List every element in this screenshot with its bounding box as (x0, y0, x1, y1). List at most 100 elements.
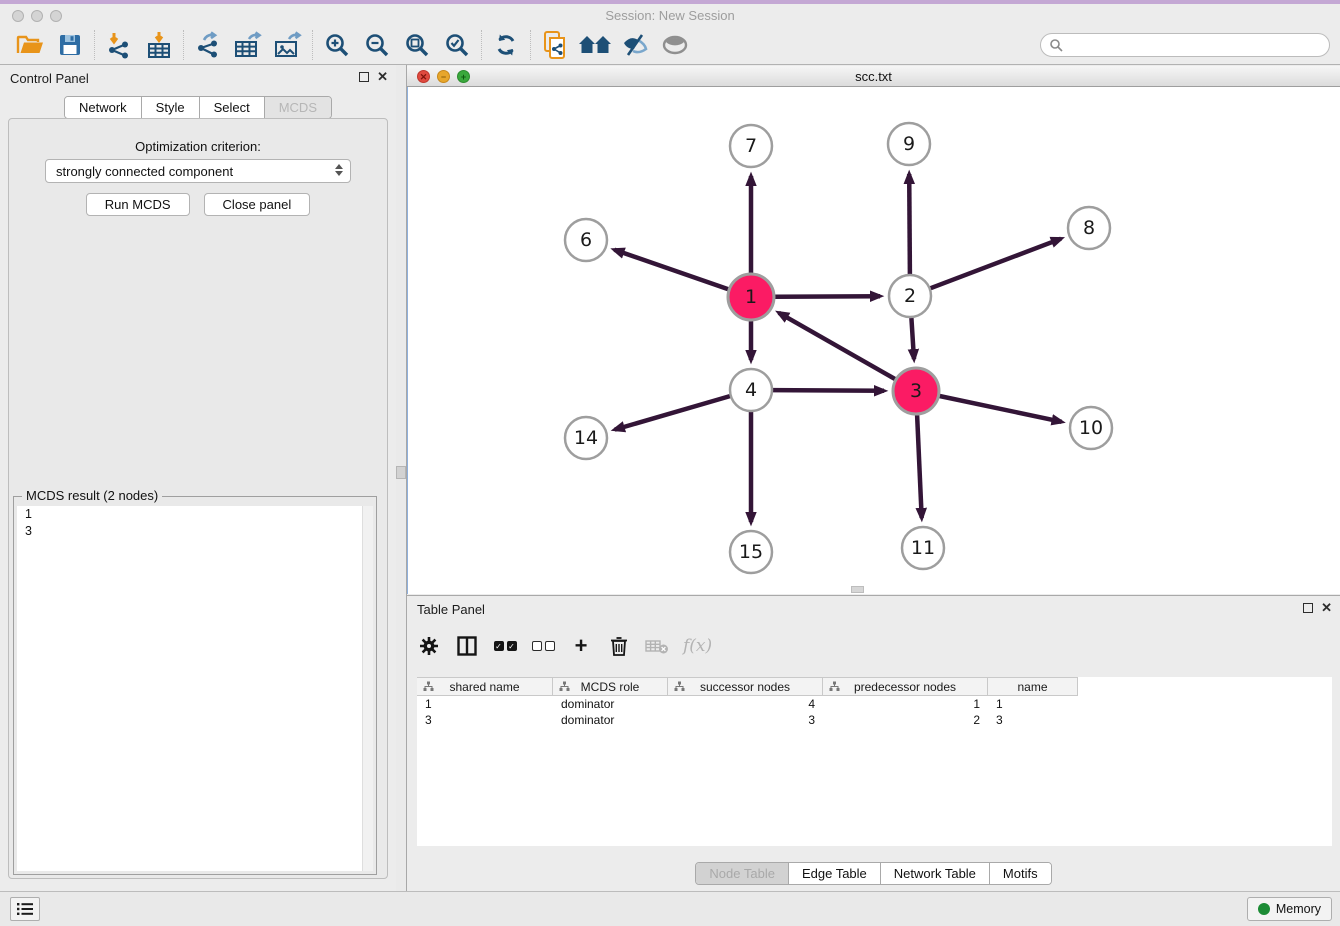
graph-edge-3-10[interactable] (940, 396, 1062, 422)
graph-node-6[interactable]: 6 (565, 219, 607, 261)
float-table-panel-icon[interactable] (1303, 603, 1313, 613)
svg-text:15: 15 (739, 541, 763, 563)
float-panel-icon[interactable] (359, 72, 369, 82)
cell-successor-nodes[interactable]: 4 (668, 696, 823, 712)
table-row[interactable]: 3dominator323 (417, 712, 1078, 728)
status-bar: Memory (0, 891, 1340, 926)
column-icon[interactable] (455, 632, 479, 660)
graph-edge-4-14[interactable] (615, 396, 730, 430)
tab-edge-table[interactable]: Edge Table (789, 863, 881, 884)
criterion-select[interactable]: strongly connected component (45, 159, 351, 183)
tab-motifs[interactable]: Motifs (990, 863, 1051, 884)
graph-edge-1-6[interactable] (614, 250, 728, 289)
cell-predecessor-nodes[interactable]: 1 (823, 696, 988, 712)
network-window-titlebar[interactable]: ✕ − + scc.txt (407, 66, 1340, 87)
column-header-predecessor-nodes[interactable]: predecessor nodes (823, 678, 988, 695)
delete-column-icon[interactable] (645, 632, 669, 660)
cell-shared-name[interactable]: 3 (417, 712, 553, 728)
graph-node-4[interactable]: 4 (730, 369, 772, 411)
deselect-all-icon[interactable] (531, 632, 555, 660)
cell-shared-name[interactable]: 1 (417, 696, 553, 712)
save-icon[interactable] (50, 28, 90, 62)
table-row[interactable]: 1dominator411 (417, 696, 1078, 712)
toolbar-separator (530, 30, 531, 60)
export-network-icon[interactable] (188, 28, 228, 62)
graph-edge-2-9[interactable] (909, 174, 910, 274)
export-table-icon[interactable] (228, 28, 268, 62)
graph-node-7[interactable]: 7 (730, 125, 772, 167)
open-folder-icon[interactable] (10, 28, 50, 62)
table-panel-title: Table Panel (417, 602, 485, 617)
add-row-icon[interactable]: + (569, 632, 593, 660)
duplicate-network-icon[interactable] (535, 28, 575, 62)
task-history-button[interactable] (10, 897, 40, 921)
cell-name[interactable]: 1 (988, 696, 1078, 712)
horizontal-splitter-handle[interactable] (851, 586, 864, 593)
table-toolbar: ✓✓ + f(x) (417, 626, 712, 666)
network-canvas[interactable]: 7 9 6 8 1 2 4 3 14 10 15 11 (407, 87, 1340, 594)
graph-edge-1-2[interactable] (775, 296, 880, 297)
zoom-in-icon[interactable] (317, 28, 357, 62)
memory-label: Memory (1276, 902, 1321, 916)
graph-edge-3-11[interactable] (917, 415, 922, 518)
graph-node-2[interactable]: 2 (889, 275, 931, 317)
delete-row-icon[interactable] (607, 632, 631, 660)
cell-name[interactable]: 3 (988, 712, 1078, 728)
column-header-mcds-role[interactable]: MCDS role (553, 678, 668, 695)
splitter-handle[interactable] (396, 466, 406, 479)
graph-node-3[interactable]: 3 (893, 368, 939, 414)
close-panel-button[interactable]: Close panel (204, 193, 311, 216)
function-icon[interactable]: f(x) (683, 632, 712, 660)
graph-node-10[interactable]: 10 (1070, 407, 1112, 449)
scrollbar-track[interactable] (362, 506, 373, 871)
graph-edge-2-8[interactable] (931, 239, 1061, 289)
vertical-splitter[interactable] (396, 65, 407, 891)
home-icon[interactable] (575, 28, 615, 62)
toolbar-separator (481, 30, 482, 60)
show-details-icon[interactable] (655, 28, 695, 62)
select-all-icon[interactable]: ✓✓ (493, 632, 517, 660)
graph-node-9[interactable]: 9 (888, 123, 930, 165)
import-table-icon[interactable] (139, 28, 179, 62)
zoom-out-icon[interactable] (357, 28, 397, 62)
column-header-name[interactable]: name (988, 678, 1078, 695)
search-field[interactable] (1040, 33, 1330, 57)
cell-mcds-role[interactable]: dominator (553, 696, 668, 712)
network-graph[interactable]: 7 9 6 8 1 2 4 3 14 10 15 11 (408, 87, 1340, 594)
gear-icon[interactable] (417, 632, 441, 660)
export-image-icon[interactable] (268, 28, 308, 62)
memory-button[interactable]: Memory (1247, 897, 1332, 921)
graph-edge-4-3[interactable] (773, 390, 884, 391)
tab-node-table[interactable]: Node Table (696, 863, 789, 884)
tab-style[interactable]: Style (142, 97, 200, 118)
graph-node-15[interactable]: 15 (730, 531, 772, 573)
import-network-icon[interactable] (99, 28, 139, 62)
graph-node-8[interactable]: 8 (1068, 207, 1110, 249)
graph-edge-3-1[interactable] (779, 313, 895, 379)
list-icon (16, 902, 34, 916)
graph-node-14[interactable]: 14 (565, 417, 607, 459)
search-input[interactable] (1063, 35, 1329, 55)
zoom-selected-icon[interactable] (437, 28, 477, 62)
graph-node-1[interactable]: 1 (728, 274, 774, 320)
close-table-panel-icon[interactable]: ✕ (1321, 603, 1332, 613)
tab-network[interactable]: Network (65, 97, 142, 118)
column-header-successor-nodes[interactable]: successor nodes (668, 678, 823, 695)
cell-mcds-role[interactable]: dominator (553, 712, 668, 728)
column-header-shared-name[interactable]: shared name (417, 678, 553, 695)
cell-predecessor-nodes[interactable]: 2 (823, 712, 988, 728)
tab-network-table[interactable]: Network Table (881, 863, 990, 884)
cell-successor-nodes[interactable]: 3 (668, 712, 823, 728)
graph-edge-2-3[interactable] (911, 318, 914, 359)
hide-details-icon[interactable] (615, 28, 655, 62)
mcds-result-list[interactable]: 13 (17, 506, 373, 871)
svg-text:1: 1 (745, 286, 757, 308)
tab-mcds[interactable]: MCDS (265, 97, 331, 118)
titlebar: Session: New Session (0, 4, 1340, 26)
refresh-icon[interactable] (486, 28, 526, 62)
run-mcds-button[interactable]: Run MCDS (86, 193, 190, 216)
graph-node-11[interactable]: 11 (902, 527, 944, 569)
zoom-fit-icon[interactable] (397, 28, 437, 62)
tab-select[interactable]: Select (200, 97, 265, 118)
close-panel-icon[interactable]: ✕ (377, 72, 388, 82)
